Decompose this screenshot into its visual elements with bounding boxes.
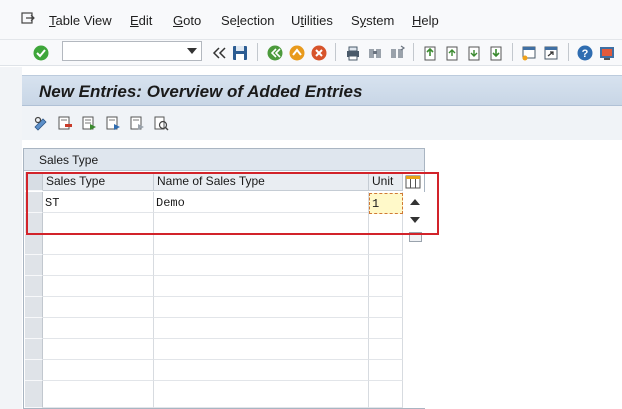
toolbar-separator	[512, 43, 513, 61]
vertical-scrollbar[interactable]	[405, 192, 425, 408]
menu-help[interactable]: Help	[412, 13, 439, 28]
exit-icon[interactable]	[288, 44, 306, 62]
cell-unit[interactable]	[369, 297, 403, 318]
row-selector[interactable]	[25, 297, 43, 318]
cell-sales-type[interactable]	[43, 297, 154, 318]
command-field[interactable]	[62, 41, 202, 61]
row-selector[interactable]	[25, 234, 43, 255]
row-selector[interactable]	[25, 276, 43, 297]
menu-system[interactable]: System	[351, 13, 394, 28]
menu-selection[interactable]: Selection	[221, 13, 275, 28]
column-header-sales-type[interactable]: Sales Type	[43, 172, 154, 191]
cell-sales-type[interactable]	[43, 381, 154, 408]
chevron-down-icon[interactable]	[187, 48, 197, 54]
cell-name[interactable]	[154, 297, 369, 318]
unit-input[interactable]: 1	[369, 193, 403, 214]
cell-sales-type[interactable]	[43, 276, 154, 297]
cell-name[interactable]	[154, 255, 369, 276]
menu-utilities[interactable]: Utilities	[291, 13, 333, 28]
last-page-icon[interactable]	[487, 44, 505, 62]
application-toolbar	[22, 106, 622, 140]
row-selector[interactable]	[25, 213, 43, 234]
next-page-icon[interactable]	[465, 44, 483, 62]
menu-edit[interactable]: Edit	[130, 13, 152, 28]
column-header-name[interactable]: Name of Sales Type	[154, 172, 369, 191]
scroll-up-icon[interactable]	[410, 199, 420, 205]
cell-sales-type[interactable]	[43, 213, 154, 234]
cell-name[interactable]	[154, 318, 369, 339]
cell-unit[interactable]	[369, 276, 403, 297]
table-control: Sales Type Sales Type Name of Sales Type…	[23, 148, 425, 409]
cell-sales-type[interactable]: ST	[43, 192, 154, 213]
back-icon[interactable]	[210, 44, 228, 62]
row-selector[interactable]	[25, 360, 43, 381]
cell-sales-type[interactable]	[43, 318, 154, 339]
enter-icon[interactable]	[32, 44, 50, 62]
print-icon[interactable]	[344, 44, 362, 62]
deselect-all-icon[interactable]	[129, 115, 145, 131]
cell-unit[interactable]	[369, 213, 403, 234]
toolbar-separator	[257, 43, 258, 61]
table-caption-bar: Sales Type	[24, 149, 424, 171]
cell-unit[interactable]	[369, 255, 403, 276]
select-block-icon[interactable]	[105, 115, 121, 131]
cell-sales-type[interactable]	[43, 255, 154, 276]
cell-unit[interactable]	[369, 381, 403, 408]
page-title: New Entries: Overview of Added Entries	[39, 82, 363, 101]
scroll-thumb[interactable]	[409, 232, 422, 242]
scroll-down-icon[interactable]	[410, 217, 420, 223]
cell-name[interactable]	[154, 360, 369, 381]
cell-unit[interactable]	[369, 339, 403, 360]
create-session-icon[interactable]	[520, 44, 538, 62]
first-page-icon[interactable]	[421, 44, 439, 62]
print-view-icon[interactable]	[153, 115, 169, 131]
shortcut-icon[interactable]	[542, 44, 560, 62]
cell-sales-type[interactable]	[43, 234, 154, 255]
find-next-icon[interactable]	[388, 44, 406, 62]
toolbar-separator	[335, 43, 336, 61]
menu-icon[interactable]	[21, 12, 35, 25]
back-nav-icon[interactable]	[266, 44, 284, 62]
standard-toolbar: ?	[0, 40, 622, 66]
cell-name[interactable]	[154, 276, 369, 297]
find-icon[interactable]	[366, 44, 384, 62]
display-change-icon[interactable]	[33, 115, 49, 131]
cell-name[interactable]	[154, 213, 369, 234]
column-header-unit[interactable]: Unit	[369, 172, 403, 191]
table-caption: Sales Type	[39, 153, 99, 167]
cell-sales-type[interactable]	[43, 360, 154, 381]
row-selector[interactable]	[25, 318, 43, 339]
menu-goto[interactable]: Goto	[173, 13, 201, 28]
table-settings-icon[interactable]	[405, 175, 421, 189]
cell-name[interactable]	[154, 381, 369, 408]
menu-bar: Table View Edit Goto Selection Utilities…	[0, 0, 622, 40]
row-selector[interactable]	[25, 339, 43, 360]
toolbar-separator	[568, 43, 569, 61]
save-icon[interactable]	[231, 44, 249, 62]
select-all-icon[interactable]	[81, 115, 97, 131]
title-bar: New Entries: Overview of Added Entries	[22, 75, 622, 106]
select-all-rows-button[interactable]	[25, 172, 43, 191]
toolbar-separator	[413, 43, 414, 61]
svg-text:?: ?	[582, 48, 589, 60]
cell-unit[interactable]	[369, 360, 403, 381]
cell-name[interactable]: Demo	[154, 192, 369, 213]
layout-icon[interactable]	[598, 44, 616, 62]
help-icon[interactable]: ?	[576, 44, 594, 62]
cell-name[interactable]	[154, 234, 369, 255]
menu-table-view[interactable]: Table View	[49, 13, 112, 28]
delete-row-icon[interactable]	[57, 115, 73, 131]
cell-sales-type[interactable]	[43, 339, 154, 360]
row-selector[interactable]	[25, 255, 43, 276]
cancel-icon[interactable]	[310, 44, 328, 62]
row-selector[interactable]	[25, 381, 43, 408]
left-margin	[0, 67, 22, 409]
cell-unit[interactable]	[369, 234, 403, 255]
row-selector[interactable]	[25, 192, 43, 213]
prev-page-icon[interactable]	[443, 44, 461, 62]
cell-name[interactable]	[154, 339, 369, 360]
cell-unit[interactable]	[369, 318, 403, 339]
